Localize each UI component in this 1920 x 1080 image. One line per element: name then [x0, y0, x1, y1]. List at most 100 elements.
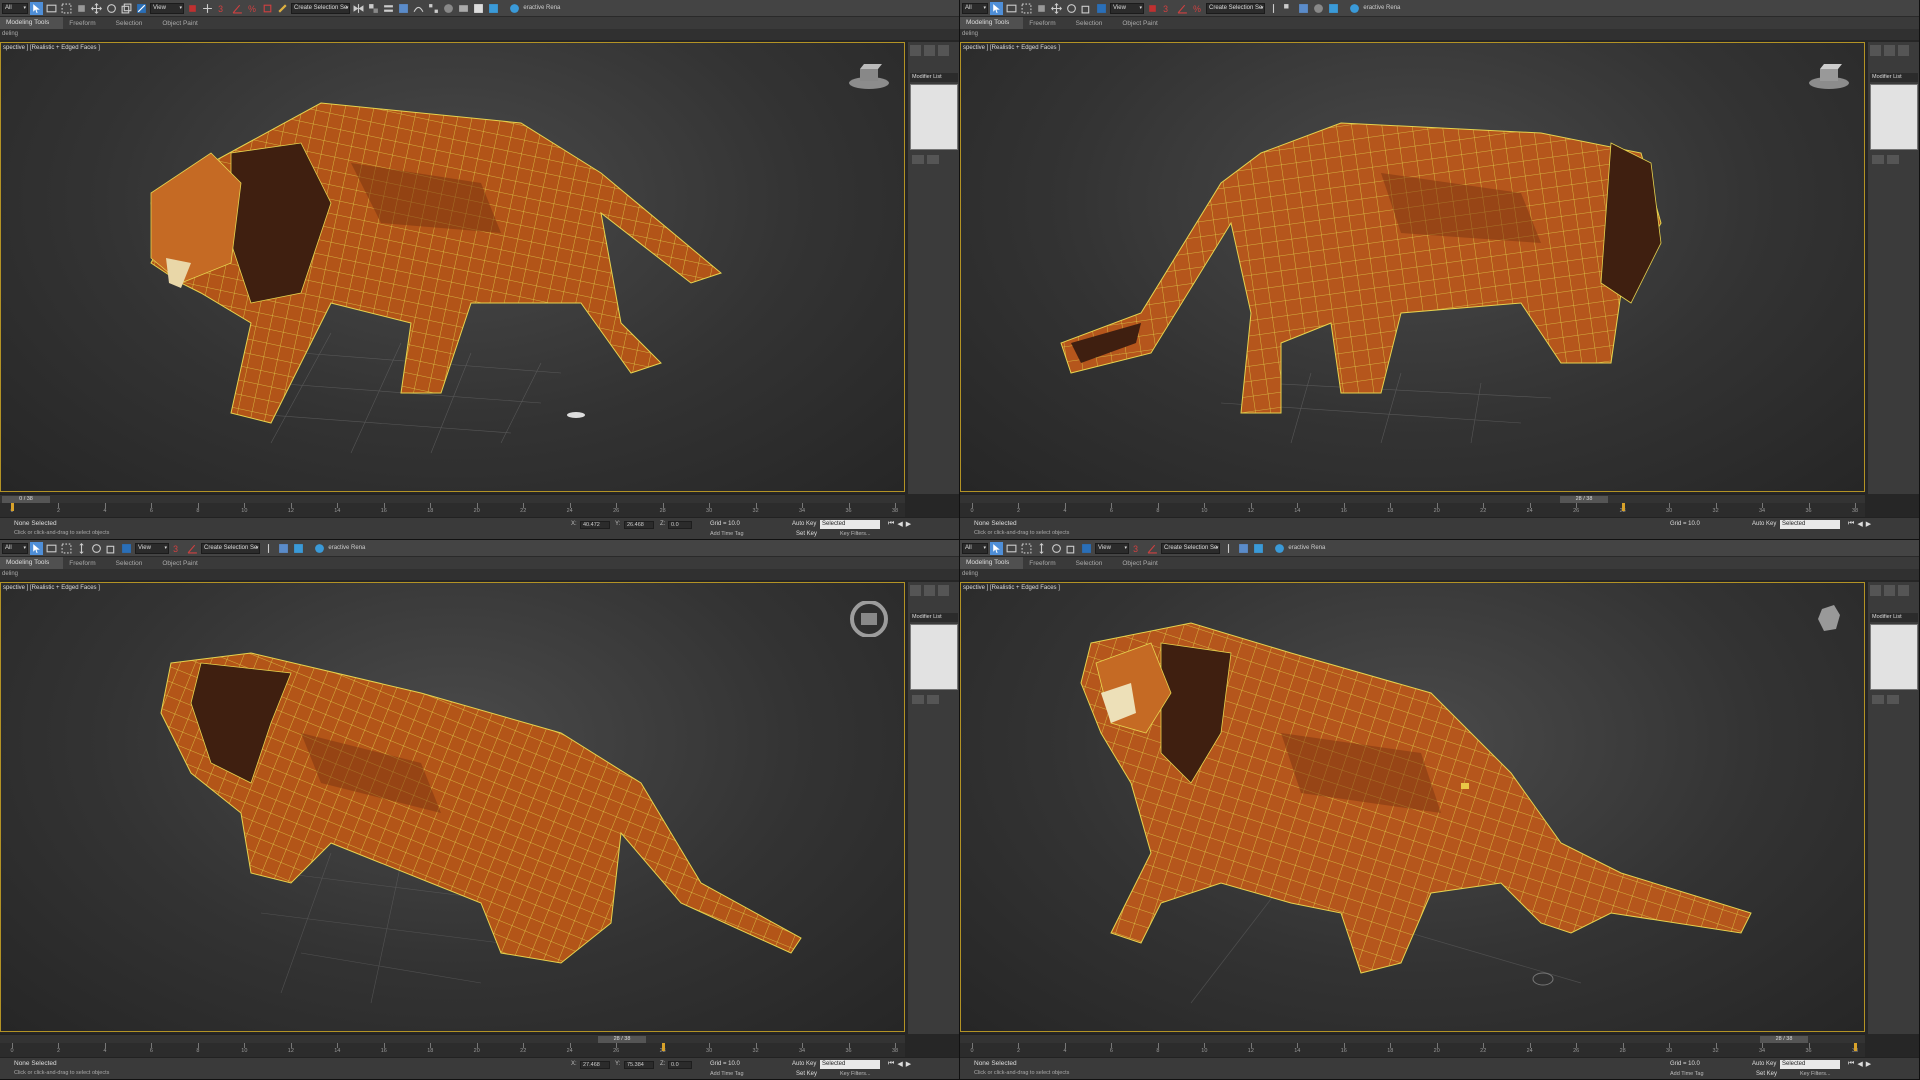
- tab-object-paint[interactable]: Object Paint: [1116, 20, 1171, 27]
- tab-object-paint[interactable]: Object Paint: [156, 560, 211, 567]
- prev-frame-icon[interactable]: ◀: [897, 520, 902, 528]
- tab-selection[interactable]: Selection: [110, 560, 157, 567]
- reference-coordinate-dropdown[interactable]: View ▾: [150, 2, 184, 14]
- mirror-button[interactable]: [1222, 542, 1235, 555]
- scene-explorer-button[interactable]: [397, 2, 410, 15]
- tab-freeform[interactable]: Freeform: [1023, 20, 1069, 27]
- create-tab-icon[interactable]: [1870, 45, 1881, 56]
- select-manipulate-button[interactable]: [1095, 2, 1108, 15]
- tab-modeling-tools[interactable]: Modeling Tools: [960, 557, 1024, 569]
- modify-tab-icon[interactable]: [1884, 45, 1895, 56]
- show-end-result-icon[interactable]: [927, 155, 939, 164]
- create-tab-icon[interactable]: [910, 45, 921, 56]
- selection-filter-dropdown[interactable]: All ▾: [962, 542, 988, 554]
- modifier-list-dropdown[interactable]: Modifier List: [1870, 73, 1918, 82]
- time-slider-thumb[interactable]: 28 / 38: [598, 1036, 646, 1043]
- modify-tab-icon[interactable]: [924, 585, 935, 596]
- snaps-toggle-button[interactable]: 3: [171, 542, 184, 555]
- key-filters-button[interactable]: Key Filters...: [840, 1071, 871, 1077]
- time-slider[interactable]: 28 / 38: [960, 1034, 1865, 1043]
- x-coordinate-field[interactable]: 40.472: [580, 521, 610, 529]
- align-button[interactable]: [367, 2, 380, 15]
- angle-snap-button[interactable]: [1176, 2, 1189, 15]
- prev-frame-icon[interactable]: ◀: [1857, 1060, 1862, 1068]
- current-frame-marker[interactable]: [1621, 503, 1625, 511]
- scale-button[interactable]: [1080, 2, 1093, 15]
- go-to-start-icon[interactable]: ⏮: [1848, 520, 1854, 528]
- key-mode-dropdown[interactable]: Selected: [820, 520, 880, 529]
- angle-snap-button[interactable]: [186, 542, 199, 555]
- modifier-list-dropdown[interactable]: Modifier List: [1870, 613, 1918, 622]
- percent-snap-button[interactable]: %: [246, 2, 259, 15]
- interactive-render-button[interactable]: [508, 2, 521, 15]
- reference-coordinate-dropdown[interactable]: View ▾: [135, 542, 169, 554]
- y-coordinate-field[interactable]: 75.384: [624, 1061, 654, 1069]
- mirror-button[interactable]: [1267, 2, 1280, 15]
- key-filters-button[interactable]: Key Filters...: [1800, 1071, 1831, 1077]
- select-manipulate-button[interactable]: [135, 2, 148, 15]
- play-icon[interactable]: ▶: [1866, 1060, 1871, 1068]
- render-button[interactable]: [1252, 542, 1265, 555]
- tab-modeling-tools[interactable]: Modeling Tools: [0, 557, 64, 569]
- hierarchy-tab-icon[interactable]: [938, 585, 949, 596]
- move-button[interactable]: [1050, 2, 1063, 15]
- tab-object-paint[interactable]: Object Paint: [1116, 560, 1171, 567]
- select-object-button[interactable]: [990, 1, 1003, 15]
- select-object-button[interactable]: [990, 541, 1003, 555]
- interactive-render-button[interactable]: [313, 542, 326, 555]
- modifier-stack[interactable]: [1870, 84, 1918, 150]
- material-editor-button[interactable]: [442, 2, 455, 15]
- tab-selection[interactable]: Selection: [1070, 20, 1117, 27]
- auto-key-button[interactable]: Auto Key: [792, 521, 816, 527]
- snaps-toggle-button[interactable]: 3: [216, 2, 229, 15]
- perspective-viewport[interactable]: spective ] [Realistic + Edged Faces ]: [0, 582, 905, 1032]
- set-key-button[interactable]: Set Key: [796, 531, 817, 537]
- percent-snap-button[interactable]: %: [1191, 2, 1204, 15]
- rect-region-button[interactable]: [60, 2, 73, 15]
- create-tab-icon[interactable]: [1870, 585, 1881, 596]
- tab-modeling-tools[interactable]: Modeling Tools: [960, 17, 1024, 29]
- rendered-frame-button[interactable]: [472, 2, 485, 15]
- tab-freeform[interactable]: Freeform: [1023, 560, 1069, 567]
- mirror-button[interactable]: [352, 2, 365, 15]
- time-slider[interactable]: 0 / 38: [0, 494, 905, 503]
- key-mode-dropdown[interactable]: Selected: [1780, 1060, 1840, 1069]
- play-icon[interactable]: ▶: [906, 1060, 911, 1068]
- selection-filter-dropdown[interactable]: All ▾: [2, 542, 28, 554]
- perspective-viewport[interactable]: spective ] [Realistic + Edged Faces ]: [0, 42, 905, 492]
- scale-button[interactable]: [1065, 542, 1078, 555]
- time-slider-thumb[interactable]: 28 / 38: [1560, 496, 1608, 503]
- rotate-button[interactable]: [105, 2, 118, 15]
- pivot-button[interactable]: [1146, 2, 1159, 15]
- scene-explorer-button[interactable]: [1237, 542, 1250, 555]
- current-frame-marker[interactable]: [1854, 1043, 1857, 1051]
- set-key-button[interactable]: Set Key: [1756, 1071, 1777, 1077]
- move-button[interactable]: [75, 542, 88, 555]
- create-tab-icon[interactable]: [910, 585, 921, 596]
- modifier-stack[interactable]: [1870, 624, 1918, 690]
- select-by-name-button[interactable]: [45, 542, 58, 555]
- current-frame-marker[interactable]: [661, 1043, 665, 1051]
- key-filters-button[interactable]: Key Filters...: [840, 531, 871, 537]
- time-slider[interactable]: 28 / 38: [0, 1034, 905, 1043]
- pin-stack-icon[interactable]: [1872, 695, 1884, 704]
- add-time-tag[interactable]: Add Time Tag: [710, 1071, 744, 1077]
- tab-selection[interactable]: Selection: [1070, 560, 1117, 567]
- reference-coordinate-dropdown[interactable]: View ▾: [1110, 2, 1144, 14]
- select-by-name-button[interactable]: [1005, 2, 1018, 15]
- track-bar[interactable]: 0 2 4 6 8 10 12 14 16 18 20 22 24 26 28 30 32 34 36 38: [0, 503, 905, 517]
- spinner-snap-button[interactable]: [261, 2, 274, 15]
- play-icon[interactable]: ▶: [1866, 520, 1871, 528]
- material-editor-button[interactable]: [1312, 2, 1325, 15]
- select-object-button[interactable]: [30, 541, 43, 555]
- window-crossing-button[interactable]: [1035, 2, 1048, 15]
- z-coordinate-field[interactable]: 0.0: [668, 1061, 692, 1069]
- interactive-render-button[interactable]: [1348, 2, 1361, 15]
- move-button[interactable]: [90, 2, 103, 15]
- curve-editor-button[interactable]: [412, 2, 425, 15]
- angle-snap-button[interactable]: [231, 2, 244, 15]
- modifier-list-dropdown[interactable]: Modifier List: [910, 613, 958, 622]
- render-setup-button[interactable]: [457, 2, 470, 15]
- modify-tab-icon[interactable]: [924, 45, 935, 56]
- tab-selection[interactable]: Selection: [110, 20, 157, 27]
